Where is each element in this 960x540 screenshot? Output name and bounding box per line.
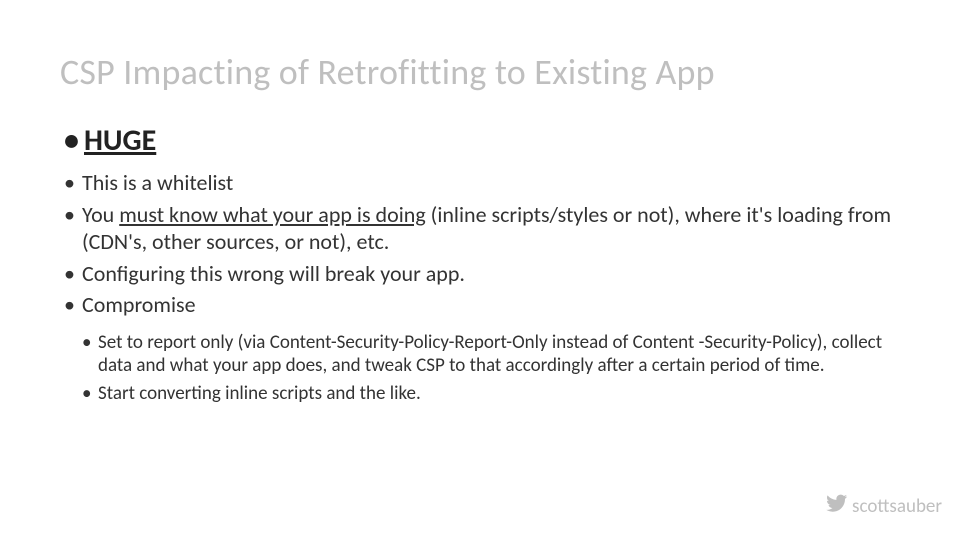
bullet-huge-text: HUGE [84,122,156,159]
bullet-must-know: You must know what your app is doing (in… [64,201,900,256]
bullet-compromise: Compromise [64,291,900,319]
bullet-report-only: Set to report only (via Content-Security… [82,331,900,379]
bullet-list-level3: Set to report only (via Content-Security… [60,331,900,406]
text-fragment: You [82,201,119,228]
bullet-list-level2: This is a whitelist You must know what y… [60,169,900,319]
bullet-convert-inline: Start converting inline scripts and the … [82,382,900,406]
bullet-break-app: Configuring this wrong will break your a… [64,260,900,288]
bullet-list-level1: HUGE [60,122,900,159]
footer: scottsauber [826,492,942,520]
bullet-huge: HUGE [64,122,900,159]
twitter-icon [826,492,848,520]
text-underline: must know what your app is doing [119,201,425,228]
slide-title: CSP Impacting of Retrofitting to Existin… [60,50,900,94]
footer-handle: scottsauber [852,495,942,518]
bullet-whitelist: This is a whitelist [64,169,900,197]
